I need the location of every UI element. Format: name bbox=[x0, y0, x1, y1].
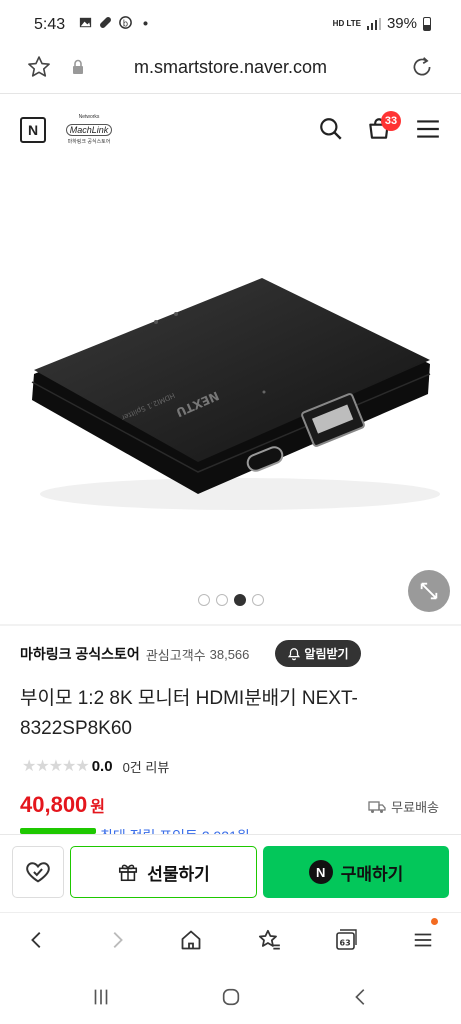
recents-icon bbox=[94, 989, 108, 1005]
app-b-icon: b bbox=[119, 16, 132, 29]
browser-toolbar: 63 bbox=[0, 912, 461, 968]
pagination-dot[interactable] bbox=[197, 594, 210, 606]
pagination-dot[interactable] bbox=[215, 594, 228, 606]
browser-menu-button[interactable] bbox=[408, 925, 438, 955]
review-count[interactable]: 0건 리뷰 bbox=[123, 757, 170, 776]
notification-icons: b bbox=[78, 15, 153, 30]
product-price: 40,800 bbox=[20, 792, 88, 817]
naver-n-logo[interactable]: N bbox=[20, 117, 46, 143]
pagination-dot[interactable] bbox=[251, 594, 264, 606]
wishlist-button[interactable] bbox=[12, 846, 64, 898]
image-pagination[interactable] bbox=[0, 594, 461, 606]
status-time: 5:43 bbox=[34, 16, 66, 33]
search-icon[interactable] bbox=[318, 116, 344, 142]
store-info-row: 마하링크 공식스토어 관심고객수 38,566 bbox=[20, 640, 249, 668]
back-arrow-icon bbox=[31, 932, 41, 948]
brand-logo-sub: 마하링크 공식스토어 bbox=[67, 139, 111, 145]
tabs-icon: 63 bbox=[336, 929, 357, 950]
follower-label: 관심고객수 bbox=[145, 647, 206, 663]
bell-plus-icon bbox=[288, 647, 301, 660]
naver-pay-icon: N bbox=[308, 860, 333, 884]
brand-logo[interactable]: Networks MachLink 마하링크 공식스토어 bbox=[62, 114, 116, 146]
android-home-button[interactable] bbox=[218, 984, 244, 1010]
forward-button[interactable] bbox=[102, 925, 132, 955]
truck-icon bbox=[368, 800, 386, 813]
home-button[interactable] bbox=[176, 925, 206, 955]
points-banner-partial: 최대 적립 포인트 2,921원 bbox=[20, 826, 300, 834]
cart-count-badge: 33 bbox=[381, 111, 401, 131]
hdmi-splitter-photo: NEXTU HDMI2.1 Splitter bbox=[31, 278, 440, 510]
android-home-icon bbox=[222, 988, 240, 1006]
gift-button[interactable]: 선물하기 bbox=[70, 846, 257, 898]
forward-arrow-icon bbox=[113, 932, 123, 948]
shipping-info: 무료배송 bbox=[368, 797, 439, 816]
store-name[interactable]: 마하링크 공식스토어 bbox=[20, 644, 140, 664]
price-unit: 원 bbox=[90, 799, 106, 816]
hamburger-menu-icon[interactable] bbox=[415, 116, 441, 142]
product-image[interactable]: NEXTU HDMI2.1 Splitter bbox=[0, 164, 461, 624]
points-text: 최대 적립 포인트 2,921원 bbox=[100, 826, 250, 834]
browser-url-bar: m.smartstore.naver.com bbox=[0, 44, 461, 94]
alert-label: 알림받기 bbox=[304, 647, 349, 661]
battery-percent: 39% bbox=[386, 15, 417, 32]
buy-button[interactable]: N 구매하기 bbox=[263, 846, 449, 898]
status-bar: 5:43 b HD LTE 39% bbox=[0, 0, 461, 44]
notification-dot bbox=[431, 918, 438, 925]
battery-icon bbox=[423, 16, 431, 31]
rating-row[interactable]: ★★★★★ 0.0 0건 리뷰 bbox=[22, 756, 169, 776]
url-text[interactable]: m.smartstore.naver.com bbox=[0, 57, 461, 78]
home-icon bbox=[181, 930, 201, 950]
rating-stars-icon: ★★★★★ bbox=[22, 758, 90, 775]
brand-logo-name: MachLink bbox=[65, 124, 113, 136]
android-back-button[interactable] bbox=[348, 984, 374, 1010]
more-dot-icon bbox=[143, 21, 148, 26]
system-icons: HD LTE 39% bbox=[333, 15, 431, 32]
star-list-icon bbox=[258, 929, 280, 950]
pagination-dot-active[interactable] bbox=[233, 594, 246, 606]
reload-icon[interactable] bbox=[409, 54, 435, 80]
divider bbox=[0, 624, 461, 626]
heart-check-icon bbox=[26, 862, 50, 883]
tab-count: 63 bbox=[340, 939, 351, 948]
pill-icon bbox=[100, 17, 111, 28]
image-expand-button[interactable] bbox=[408, 570, 450, 612]
store-header: N Networks MachLink 마하링크 공식스토어 33 bbox=[0, 94, 461, 164]
gift-label: 선물하기 bbox=[147, 864, 210, 884]
bookmarks-button[interactable] bbox=[254, 925, 284, 955]
gallery-icon bbox=[79, 17, 92, 28]
gift-icon bbox=[119, 864, 138, 882]
network-label: HD LTE bbox=[332, 18, 361, 28]
product-title: 부이모 1:2 8K 모니터 HDMI분배기 NEXT-8322SP8K60 bbox=[20, 688, 358, 739]
purchase-bar: 선물하기 N 구매하기 bbox=[0, 834, 461, 912]
android-nav-bar bbox=[0, 968, 461, 1024]
signal-icon bbox=[366, 17, 381, 30]
alert-subscribe-button[interactable]: 알림받기 bbox=[275, 640, 361, 667]
shipping-label: 무료배송 bbox=[391, 800, 439, 815]
price-row: 40,800 원 bbox=[20, 792, 105, 818]
svg-text:b: b bbox=[123, 18, 128, 28]
expand-arrows-icon bbox=[420, 582, 438, 600]
tabs-button[interactable]: 63 bbox=[330, 925, 360, 955]
rating-score: 0.0 bbox=[91, 757, 113, 775]
back-button[interactable] bbox=[22, 925, 52, 955]
follower-count: 38,566 bbox=[209, 646, 250, 662]
android-back-icon bbox=[355, 989, 365, 1005]
brand-logo-top: Networks bbox=[78, 114, 100, 120]
recents-button[interactable] bbox=[88, 984, 114, 1010]
browser-menu-icon bbox=[414, 933, 432, 947]
buy-label: 구매하기 bbox=[340, 864, 404, 884]
